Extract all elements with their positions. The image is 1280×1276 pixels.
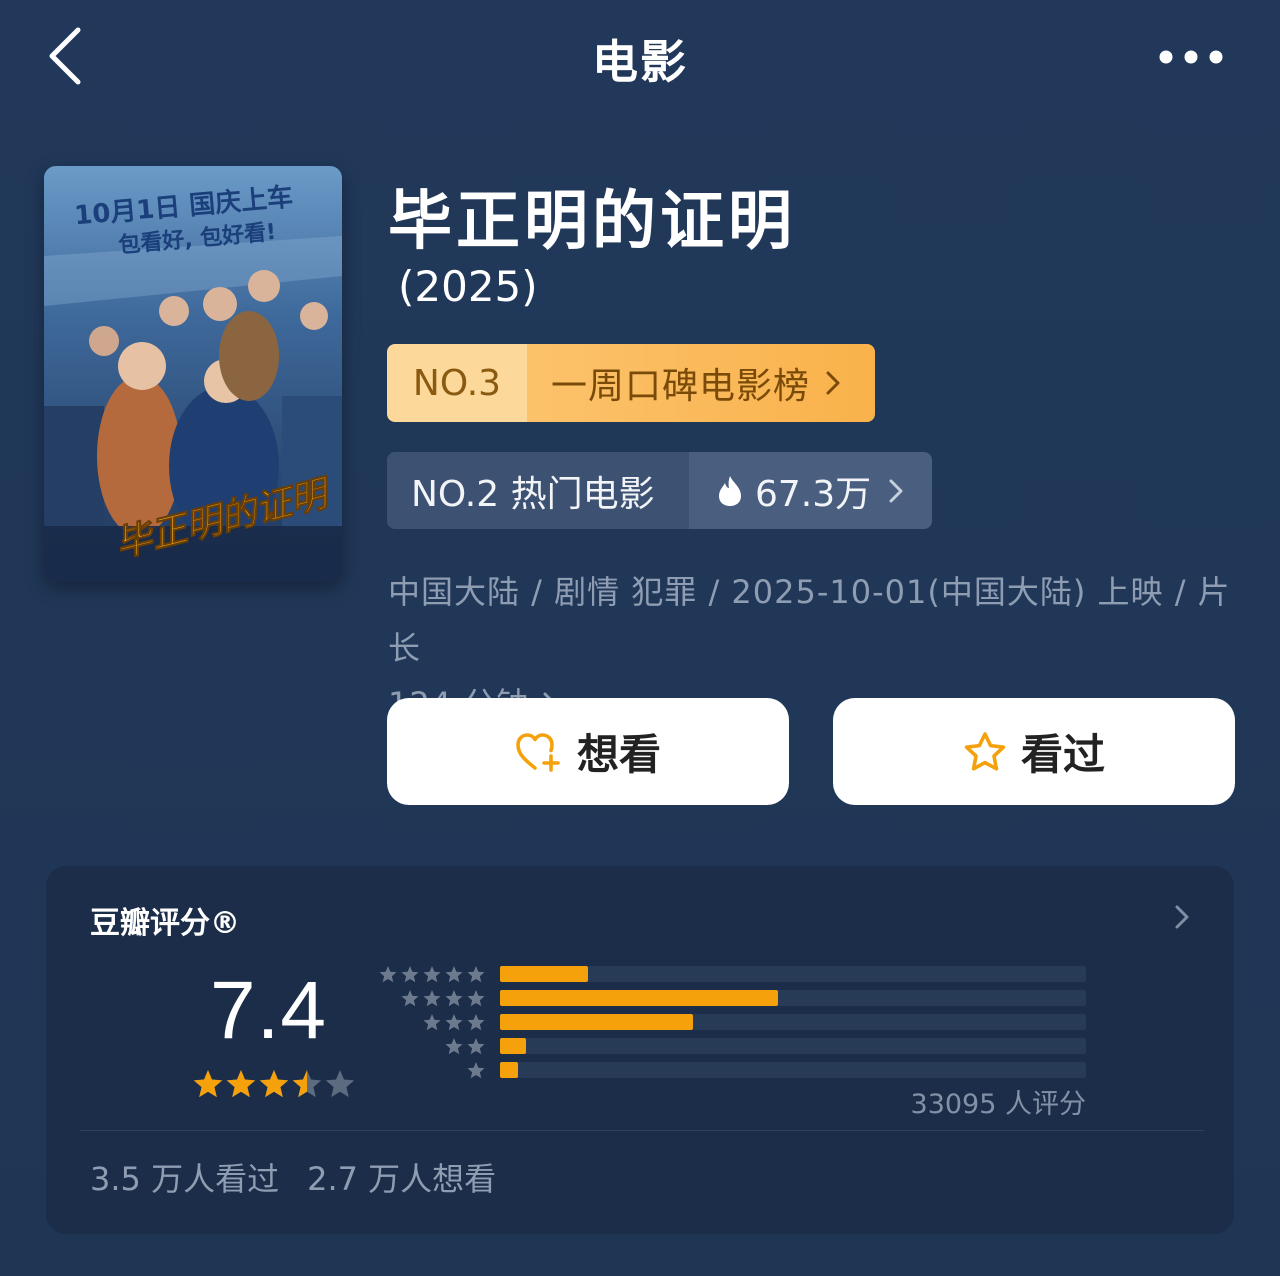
distribution-bar-4 <box>500 990 1086 1006</box>
star-icon <box>467 966 485 983</box>
distribution-bar-fill-1 <box>500 1062 518 1078</box>
hot-rank-badge[interactable]: NO.2 热门电影 67.3万 <box>387 452 932 529</box>
distribution-2-star-label <box>445 1038 485 1055</box>
distribution-bar-3 <box>500 1014 1086 1030</box>
chevron-right-icon <box>889 479 903 502</box>
weekly-rank-badge[interactable]: NO.3 一周口碑电影榜 <box>387 344 875 422</box>
star-icon <box>445 966 463 983</box>
hot-count: 67.3万 <box>689 452 932 529</box>
star-empty-icon <box>325 1070 355 1098</box>
rank-number: NO.3 <box>387 344 527 422</box>
star-icon <box>467 990 485 1007</box>
rating-score: 7.4 <box>210 965 327 1056</box>
star-icon <box>401 990 419 1007</box>
seen-label: 看过 <box>1020 730 1105 779</box>
rating-label: 豆瓣评分® <box>90 906 240 941</box>
star-icon <box>423 990 441 1007</box>
rank-list-label: 一周口碑电影榜 <box>551 366 811 407</box>
distribution-bar-fill-4 <box>500 990 779 1006</box>
star-filled-icon <box>259 1070 289 1098</box>
want-label: 想看 <box>576 730 661 779</box>
star-icon <box>423 966 441 983</box>
distribution-4-star-label <box>401 990 485 1007</box>
distribution-bar-fill-5 <box>500 966 588 982</box>
distribution-1-star-label <box>467 1062 485 1079</box>
hot-rank-label: NO.2 热门电影 <box>387 452 689 529</box>
distribution-5-star-label <box>379 966 485 983</box>
distribution-bar-fill-3 <box>500 1014 694 1030</box>
watched-count: 3.5 万人看过 <box>90 1160 280 1198</box>
rating-count: 33095 人评分 <box>910 1089 1086 1120</box>
star-icon <box>401 966 419 983</box>
star-filled-icon <box>226 1070 256 1098</box>
fire-icon <box>719 475 741 506</box>
star-icon <box>467 1062 485 1079</box>
distribution-bar-fill-2 <box>500 1038 527 1054</box>
want-to-watch-button[interactable]: 想看 <box>387 698 789 805</box>
movie-title: 毕正明的证明 <box>388 185 796 259</box>
star-icon <box>423 1014 441 1031</box>
watch-stats: 3.5 万人看过 2.7 万人想看 <box>90 1154 524 1200</box>
wants-count: 2.7 万人想看 <box>307 1160 497 1198</box>
movie-year: (2025) <box>398 262 538 311</box>
rating-card[interactable]: 豆瓣评分® 7.4 33095 人评分 3.5 万人看过 2.7 万人想看 <box>46 866 1234 1234</box>
meta-line1: 中国大陆 / 剧情 犯罪 / 2025-10-01(中国大陆) 上映 / 片长 <box>388 573 1231 667</box>
more-horizontal-icon[interactable] <box>1150 40 1232 74</box>
heart-plus-icon <box>516 732 560 772</box>
hot-count-value: 67.3万 <box>755 473 872 515</box>
star-icon <box>379 966 397 983</box>
star-icon <box>445 1038 463 1055</box>
movie-poster[interactable]: 10月1日 国庆上车 包看好, 包好看! 毕正明的证明 <box>44 166 342 582</box>
watched-button[interactable]: 看过 <box>833 698 1235 805</box>
distribution-bar-5 <box>500 966 1086 982</box>
page-title: 电影 <box>592 35 688 89</box>
chevron-right-icon <box>826 371 840 395</box>
star-icon <box>445 990 463 1007</box>
score-stars-svg <box>193 1070 355 1098</box>
distribution-bar-2 <box>500 1038 1086 1054</box>
star-outline-icon <box>964 731 1006 771</box>
star-icon <box>467 1014 485 1031</box>
distribution-3-star-label <box>423 1014 485 1031</box>
divider <box>80 1130 1204 1131</box>
rank-list-name: 一周口碑电影榜 <box>527 344 875 422</box>
score-stars <box>192 1068 356 1104</box>
star-icon <box>445 1014 463 1031</box>
star-icon <box>467 1038 485 1055</box>
distribution-bar-1 <box>500 1062 1086 1078</box>
chevron-right-icon[interactable] <box>1172 902 1192 932</box>
star-filled-icon <box>193 1070 223 1098</box>
